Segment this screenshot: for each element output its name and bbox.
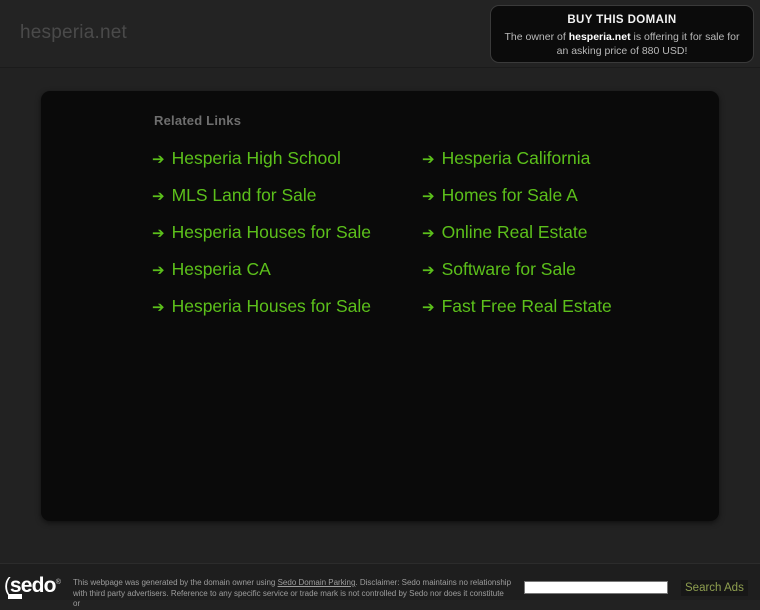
related-link-item[interactable]: ➔ Hesperia Houses for Sale [152, 295, 422, 319]
buy-domain-banner[interactable]: BUY THIS DOMAIN The owner of hesperia.ne… [490, 5, 754, 63]
arrow-right-icon: ➔ [422, 262, 435, 279]
arrow-right-icon: ➔ [152, 225, 165, 242]
related-links-panel: Related Links ➔ Hesperia High School ➔ H… [41, 91, 719, 521]
search-ads-button[interactable]: Search Ads [681, 580, 748, 596]
arrow-right-icon: ➔ [422, 225, 435, 242]
registered-mark-icon: ® [55, 579, 61, 586]
link-row: ➔ Hesperia CA ➔ Software for Sale [152, 258, 712, 295]
related-link-label[interactable]: Hesperia Houses for Sale [172, 221, 371, 243]
sedo-logo-underbar [8, 594, 22, 599]
link-row: ➔ Hesperia Houses for Sale ➔ Online Real… [152, 221, 712, 258]
related-link-label[interactable]: Hesperia CA [172, 258, 271, 280]
arrow-right-icon: ➔ [152, 151, 165, 168]
domain-title: hesperia.net [20, 22, 127, 43]
related-link-item[interactable]: ➔ Online Real Estate [422, 221, 692, 245]
related-link-label[interactable]: Fast Free Real Estate [442, 295, 612, 317]
arrow-right-icon: ➔ [152, 262, 165, 279]
related-link-item[interactable]: ➔ MLS Land for Sale [152, 184, 422, 208]
link-row: ➔ Hesperia Houses for Sale ➔ Fast Free R… [152, 295, 712, 332]
related-link-item[interactable]: ➔ Fast Free Real Estate [422, 295, 692, 319]
buy-domain-title: BUY THIS DOMAIN [567, 14, 677, 26]
related-link-item[interactable]: ➔ Homes for Sale A [422, 184, 692, 208]
buy-desc-domain: hesperia.net [568, 31, 631, 43]
buy-domain-description: The owner of hesperia.net is offering it… [491, 28, 753, 58]
related-link-label[interactable]: Hesperia High School [172, 147, 341, 169]
buy-desc-before: The owner of [504, 31, 569, 43]
related-link-item[interactable]: ➔ Software for Sale [422, 258, 692, 282]
arrow-right-icon: ➔ [152, 188, 165, 205]
related-link-label[interactable]: Homes for Sale A [442, 184, 578, 206]
sedo-domain-parking-link[interactable]: Sedo Domain Parking [278, 578, 356, 587]
search-ads-input[interactable] [524, 581, 668, 594]
footer-disclaimer: This webpage was generated by the domain… [73, 578, 513, 610]
arrow-right-icon: ➔ [152, 299, 165, 316]
arrow-right-icon: ➔ [422, 188, 435, 205]
link-row: ➔ Hesperia High School ➔ Hesperia Califo… [152, 147, 712, 184]
disclaimer-part-1: This webpage was generated by the domain… [73, 578, 278, 587]
related-link-label[interactable]: Hesperia California [442, 147, 591, 169]
related-links-grid: ➔ Hesperia High School ➔ Hesperia Califo… [152, 147, 712, 332]
related-link-item[interactable]: ➔ Hesperia California [422, 147, 692, 171]
related-link-item[interactable]: ➔ Hesperia CA [152, 258, 422, 282]
related-links-heading: Related Links [154, 113, 242, 128]
link-row: ➔ MLS Land for Sale ➔ Homes for Sale A [152, 184, 712, 221]
related-link-item[interactable]: ➔ Hesperia High School [152, 147, 422, 171]
related-link-label[interactable]: Hesperia Houses for Sale [172, 295, 371, 317]
related-link-label[interactable]: Software for Sale [442, 258, 576, 280]
related-link-item[interactable]: ➔ Hesperia Houses for Sale [152, 221, 422, 245]
related-link-label[interactable]: MLS Land for Sale [172, 184, 317, 206]
related-link-label[interactable]: Online Real Estate [442, 221, 588, 243]
arrow-right-icon: ➔ [422, 151, 435, 168]
arrow-right-icon: ➔ [422, 299, 435, 316]
